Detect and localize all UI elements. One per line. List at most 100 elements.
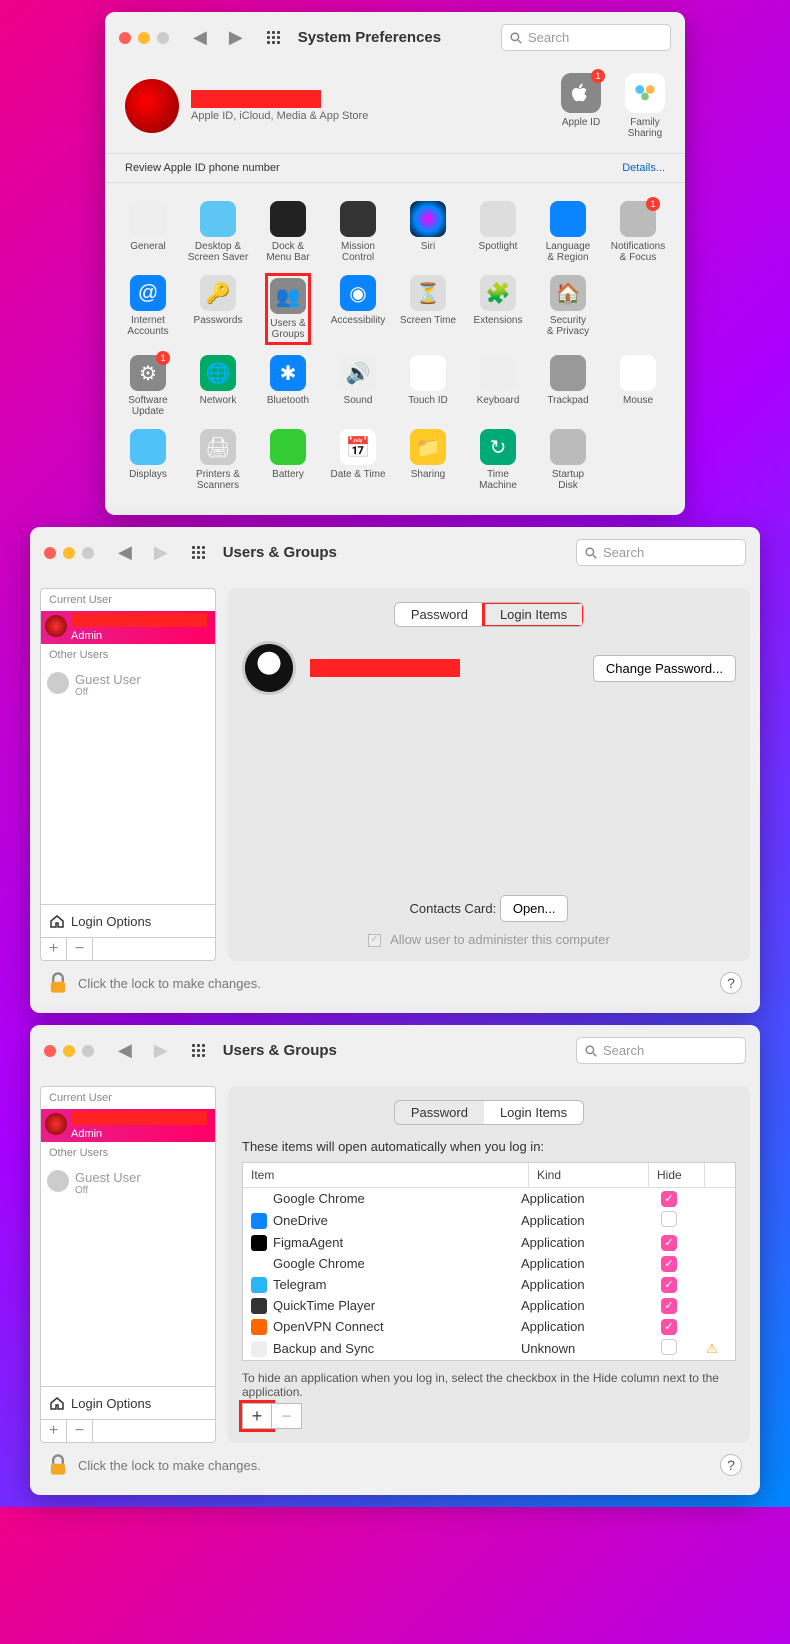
hide-checkbox[interactable]: ✓ xyxy=(641,1318,697,1335)
admin-checkbox xyxy=(368,934,381,947)
pref-dock-menu-bar[interactable]: Dock & Menu Bar xyxy=(253,195,323,269)
login-item-row[interactable]: FigmaAgentApplication✓ xyxy=(243,1232,735,1253)
help-button[interactable]: ? xyxy=(720,1454,742,1476)
app-icon xyxy=(251,1341,267,1357)
hide-checkbox[interactable] xyxy=(641,1211,697,1230)
user-avatar[interactable] xyxy=(125,79,179,133)
login-item-row[interactable]: OpenVPN ConnectApplication✓ xyxy=(243,1316,735,1337)
pref-printers-scanners[interactable]: 🖨Printers & Scanners xyxy=(183,423,253,497)
col-kind[interactable]: Kind xyxy=(529,1163,649,1187)
hide-checkbox[interactable]: ✓ xyxy=(641,1255,697,1272)
pref-desktop-screen-saver[interactable]: Desktop & Screen Saver xyxy=(183,195,253,269)
pref-users-groups[interactable]: 👥Users & Groups xyxy=(253,269,323,349)
minimize-button[interactable] xyxy=(63,1045,75,1057)
tab-password[interactable]: Password xyxy=(395,1101,484,1124)
pref-touch-id[interactable]: ◉Touch ID xyxy=(393,349,463,423)
pref-mission-control[interactable]: Mission Control xyxy=(323,195,393,269)
family-icon xyxy=(625,73,665,113)
pref-passwords[interactable]: 🔑Passwords xyxy=(183,269,253,349)
pref-screen-time[interactable]: ⏳Screen Time xyxy=(393,269,463,349)
pref-trackpad[interactable]: Trackpad xyxy=(533,349,603,423)
pref-notifications-focus[interactable]: 1Notifications & Focus xyxy=(603,195,673,269)
login-item-row[interactable]: Google ChromeApplication✓ xyxy=(243,1188,735,1209)
profile-text: Apple ID, iCloud, Media & App Store xyxy=(191,90,368,122)
lock-icon[interactable] xyxy=(48,971,68,995)
pref-label: Time Machine xyxy=(479,469,517,491)
user-sidebar: Current User Admin Other Users Guest Use… xyxy=(40,588,216,961)
family-sharing-button[interactable]: Family Sharing xyxy=(625,73,665,139)
pref-icon xyxy=(270,429,306,465)
hide-checkbox[interactable]: ✓ xyxy=(641,1276,697,1293)
pref-mouse[interactable]: Mouse xyxy=(603,349,673,423)
col-item[interactable]: Item xyxy=(243,1163,529,1187)
change-password-button[interactable]: Change Password... xyxy=(593,655,736,682)
hide-checkbox[interactable]: ✓ xyxy=(641,1234,697,1251)
add-user-button[interactable]: + xyxy=(41,1420,67,1442)
pref-displays[interactable]: Displays xyxy=(113,423,183,497)
pref-accessibility[interactable]: ◉Accessibility xyxy=(323,269,393,349)
pref-security-privacy[interactable]: 🏠Security & Privacy xyxy=(533,269,603,349)
pref-language-region[interactable]: Language & Region xyxy=(533,195,603,269)
close-button[interactable] xyxy=(44,1045,56,1057)
back-button[interactable]: ◀ xyxy=(112,1040,138,1061)
pref-startup-disk[interactable]: Startup Disk xyxy=(533,423,603,497)
pref-spotlight[interactable]: Spotlight xyxy=(463,195,533,269)
login-item-row[interactable]: OneDriveApplication xyxy=(243,1209,735,1232)
pref-date-time[interactable]: 📅Date & Time xyxy=(323,423,393,497)
close-button[interactable] xyxy=(119,32,131,44)
lock-icon[interactable] xyxy=(48,1453,68,1477)
open-contacts-button[interactable]: Open... xyxy=(500,895,569,922)
tab-login-items[interactable]: Login Items xyxy=(484,1101,583,1124)
pref-sharing[interactable]: 📁Sharing xyxy=(393,423,463,497)
other-users-header: Other Users xyxy=(41,644,215,666)
search-input[interactable]: Search xyxy=(501,24,671,51)
pref-battery[interactable]: Battery xyxy=(253,423,323,497)
back-button[interactable]: ◀ xyxy=(112,542,138,563)
pref-network[interactable]: 🌐Network xyxy=(183,349,253,423)
grid-view-icon[interactable] xyxy=(192,1044,205,1057)
pref-sound[interactable]: 🔊Sound xyxy=(323,349,393,423)
sidebar-current-user[interactable]: Admin xyxy=(41,1109,215,1142)
close-button[interactable] xyxy=(44,547,56,559)
hide-checkbox[interactable]: ✓ xyxy=(641,1190,697,1207)
user-picture[interactable] xyxy=(242,641,296,695)
sidebar-guest-user[interactable]: Guest User Off xyxy=(41,666,215,704)
login-item-row[interactable]: QuickTime PlayerApplication✓ xyxy=(243,1295,735,1316)
pref-time-machine[interactable]: ↻Time Machine xyxy=(463,423,533,497)
grid-view-icon[interactable] xyxy=(267,31,280,44)
item-name: OneDrive xyxy=(273,1213,521,1228)
hide-checkbox[interactable] xyxy=(641,1339,697,1358)
add-login-item-button[interactable]: + xyxy=(242,1403,272,1429)
forward-button[interactable]: ▶ xyxy=(223,27,249,48)
pref-bluetooth[interactable]: ✱Bluetooth xyxy=(253,349,323,423)
hide-checkbox[interactable]: ✓ xyxy=(641,1297,697,1314)
tab-login-items[interactable]: Login Items xyxy=(484,603,583,626)
tab-password[interactable]: Password xyxy=(395,603,484,626)
pref-siri[interactable]: Siri xyxy=(393,195,463,269)
pref-general[interactable]: General xyxy=(113,195,183,269)
sidebar-current-user[interactable]: Admin xyxy=(41,611,215,644)
add-user-button[interactable]: + xyxy=(41,938,67,960)
back-button[interactable]: ◀ xyxy=(187,27,213,48)
search-input[interactable]: Search xyxy=(576,1037,746,1064)
login-options-button[interactable]: Login Options xyxy=(41,1386,215,1419)
pref-keyboard[interactable]: Keyboard xyxy=(463,349,533,423)
login-options-button[interactable]: Login Options xyxy=(41,904,215,937)
login-item-row[interactable]: Backup and SyncUnknown⚠ xyxy=(243,1337,735,1360)
col-hide[interactable]: Hide xyxy=(649,1163,705,1187)
login-item-row[interactable]: TelegramApplication✓ xyxy=(243,1274,735,1295)
pref-internet-accounts[interactable]: @Internet Accounts xyxy=(113,269,183,349)
help-button[interactable]: ? xyxy=(720,972,742,994)
details-link[interactable]: Details... xyxy=(622,162,665,174)
minimize-button[interactable] xyxy=(63,547,75,559)
remove-user-button[interactable]: − xyxy=(67,938,93,960)
grid-view-icon[interactable] xyxy=(192,546,205,559)
search-input[interactable]: Search xyxy=(576,539,746,566)
apple-id-button[interactable]: 1 Apple ID xyxy=(561,73,601,139)
pref-extensions[interactable]: 🧩Extensions xyxy=(463,269,533,349)
remove-user-button[interactable]: − xyxy=(67,1420,93,1442)
pref-software-update[interactable]: ⚙1Software Update xyxy=(113,349,183,423)
minimize-button[interactable] xyxy=(138,32,150,44)
sidebar-guest-user[interactable]: Guest User Off xyxy=(41,1164,215,1202)
login-item-row[interactable]: Google ChromeApplication✓ xyxy=(243,1253,735,1274)
